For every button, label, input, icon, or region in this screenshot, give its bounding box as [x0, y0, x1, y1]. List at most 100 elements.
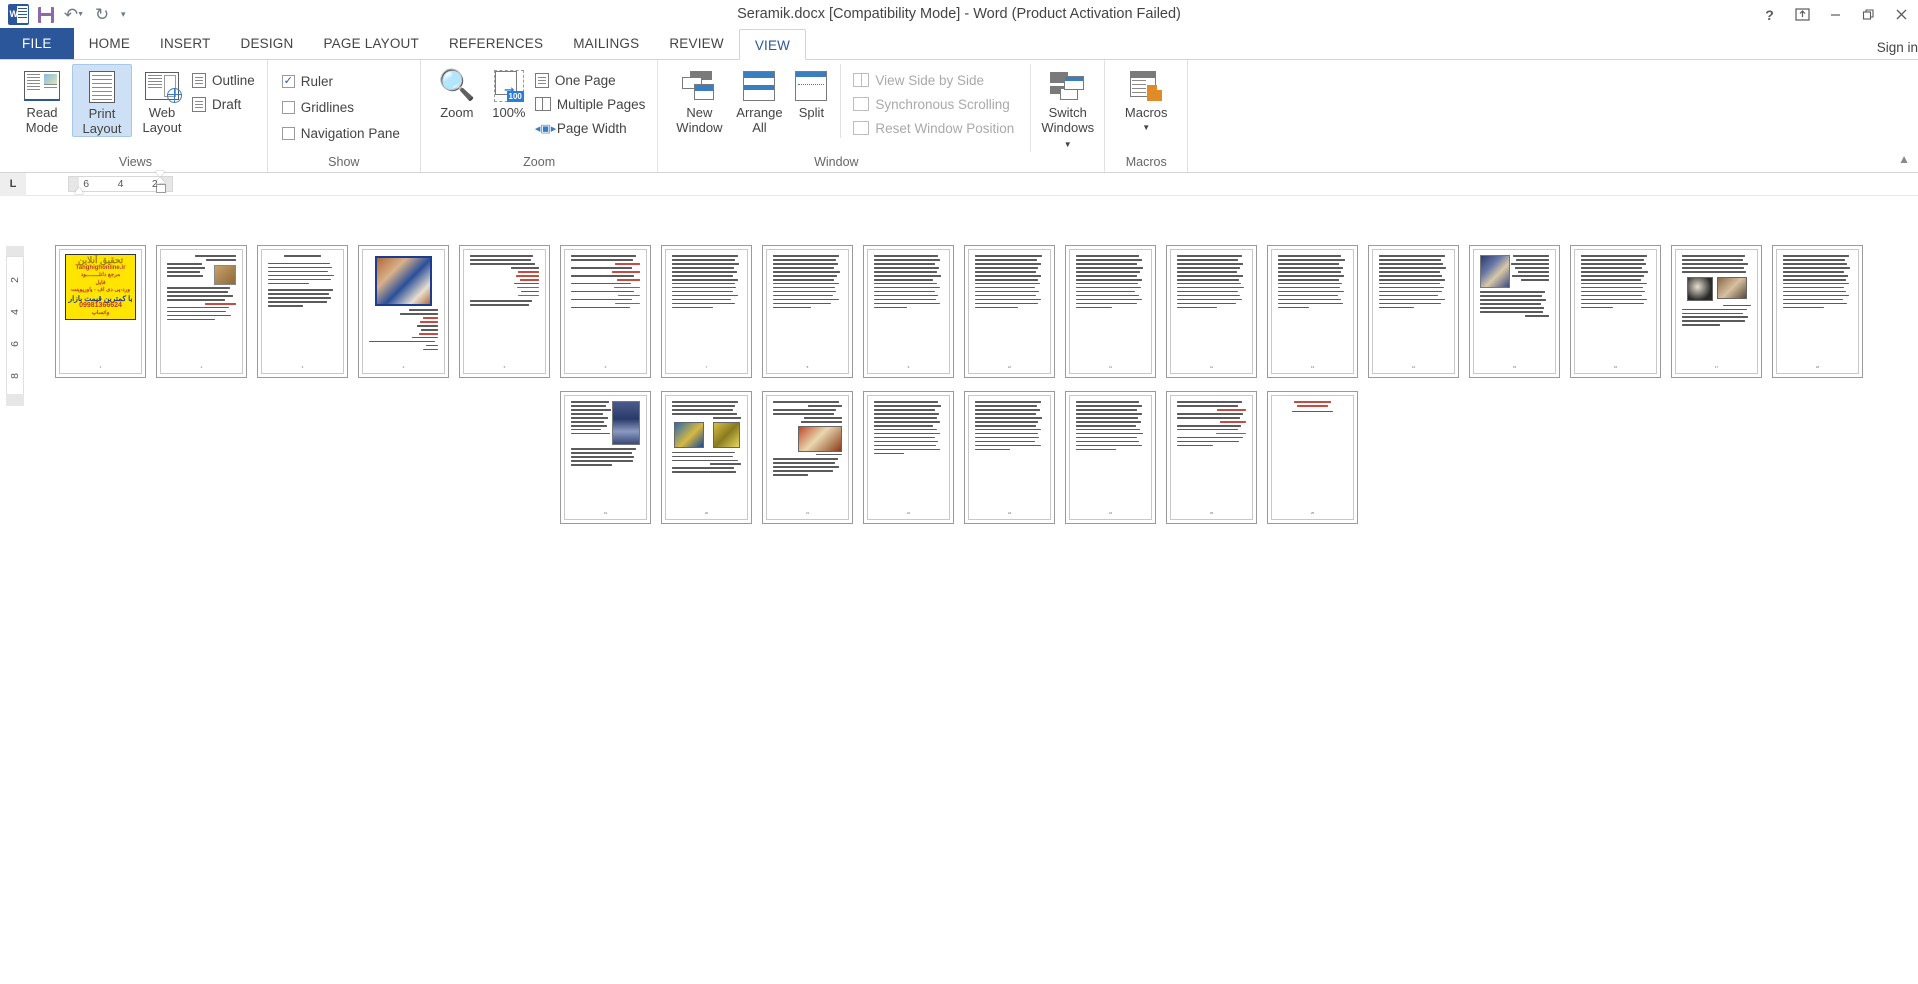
tab-mailings[interactable]: MAILINGS: [558, 28, 654, 59]
page-number: 22: [906, 511, 911, 515]
switch-windows-label-1: Switch: [1048, 105, 1087, 120]
word-app-icon[interactable]: W: [5, 3, 31, 27]
close-icon[interactable]: [1885, 0, 1918, 29]
zoom-button[interactable]: 🔍 Zoom: [431, 64, 483, 121]
sign-in-link[interactable]: Sign in: [1877, 40, 1918, 55]
page-row-2: 19 20 21 22 23 24 25 25: [560, 391, 1358, 524]
read-mode-label-2: Mode: [25, 120, 59, 135]
tab-insert[interactable]: INSERT: [145, 28, 225, 59]
arrange-all-button[interactable]: Arrange All: [730, 64, 788, 135]
zoom-100-button[interactable]: ➞ 100 100%: [483, 64, 535, 120]
minimize-icon[interactable]: [1819, 0, 1852, 29]
zoom-100-icon: ➞ 100: [493, 67, 524, 105]
web-layout-button[interactable]: Web Layout: [132, 64, 192, 135]
advert-line-2: فایل: [95, 279, 106, 286]
zoom-label: Zoom: [440, 105, 474, 120]
one-page-button[interactable]: One Page: [534, 70, 652, 90]
page-thumbnails-area[interactable]: تحقیق آنلاین Tahghighonline.ir مرجع دانل…: [0, 196, 1918, 984]
tab-page-layout[interactable]: PAGE LAYOUT: [308, 28, 433, 59]
page-thumbnail[interactable]: 12: [1166, 245, 1257, 378]
document-workspace[interactable]: 2 4 6 8 تحقیق آنلاین Tahghighonline.ir م…: [0, 196, 1918, 984]
quick-access-toolbar[interactable]: W ↶ ▼ ↻ ▾: [0, 0, 130, 29]
split-icon: [795, 67, 828, 105]
page-thumbnail[interactable]: 13: [1267, 245, 1358, 378]
read-mode-label-1: Read: [26, 105, 58, 120]
draft-button[interactable]: Draft: [192, 94, 261, 114]
navigation-pane-checkbox-row[interactable]: Navigation Pane: [281, 123, 406, 143]
gridlines-checkbox[interactable]: [281, 100, 295, 114]
ribbon-display-options-icon[interactable]: [1786, 0, 1819, 29]
print-layout-icon: [89, 68, 115, 106]
page-thumbnail[interactable]: 17: [1671, 245, 1762, 378]
tab-file[interactable]: FILE: [0, 28, 74, 59]
page-thumbnail[interactable]: 7: [661, 245, 752, 378]
page-thumbnail[interactable]: 3: [257, 245, 348, 378]
outline-button[interactable]: Outline: [192, 70, 261, 90]
tab-home[interactable]: HOME: [74, 28, 145, 59]
page-thumbnail[interactable]: 25: [1267, 391, 1358, 524]
tab-design[interactable]: DESIGN: [226, 28, 309, 59]
undo-icon[interactable]: ↶ ▼: [61, 3, 87, 27]
page-thumbnail[interactable]: 16: [1570, 245, 1661, 378]
page-thumbnail[interactable]: 18: [1772, 245, 1863, 378]
switch-windows-button[interactable]: Switch Windows ▼: [1030, 64, 1098, 152]
web-layout-icon: [145, 67, 182, 105]
split-button[interactable]: Split: [788, 64, 834, 120]
page-thumbnail[interactable]: 11: [1065, 245, 1156, 378]
arrange-all-label-1: Arrange: [736, 105, 783, 120]
page-thumbnail[interactable]: 22: [863, 391, 954, 524]
ruler-checkbox[interactable]: ✓: [281, 74, 295, 88]
collapse-ribbon-icon[interactable]: ▲: [1898, 152, 1910, 166]
save-icon[interactable]: [33, 3, 59, 27]
page-thumbnail[interactable]: 5: [459, 245, 550, 378]
redo-icon[interactable]: ↻: [89, 3, 115, 27]
zoom-icon: 🔍: [438, 69, 476, 102]
page-thumbnail[interactable]: 21: [762, 391, 853, 524]
new-window-label-2: Window: [676, 120, 723, 135]
customize-qat-icon[interactable]: ▾: [117, 9, 130, 20]
print-layout-button[interactable]: Print Layout: [72, 64, 132, 137]
page-number: 2: [200, 365, 203, 369]
view-side-by-side-icon: [853, 73, 870, 87]
page-number: 23: [1007, 511, 1012, 515]
page-thumbnail[interactable]: 23: [964, 391, 1055, 524]
page-thumbnail[interactable]: 2: [156, 245, 247, 378]
page-thumbnail[interactable]: 14: [1368, 245, 1459, 378]
page-thumbnail[interactable]: 10: [964, 245, 1055, 378]
page-thumbnail[interactable]: 6: [560, 245, 651, 378]
reset-window-position-button: Reset Window Position: [853, 118, 1020, 138]
ribbon-group-macros: Macros ▼ Macros: [1105, 60, 1189, 172]
tab-view[interactable]: VIEW: [738, 29, 807, 60]
page-thumbnail[interactable]: 9: [863, 245, 954, 378]
page-thumbnail[interactable]: 19: [560, 391, 651, 524]
page-thumbnail[interactable]: 15: [1469, 245, 1560, 378]
page-thumbnail[interactable]: 8: [762, 245, 853, 378]
multiple-pages-button[interactable]: Multiple Pages: [534, 94, 652, 114]
window-controls[interactable]: ?: [1753, 0, 1918, 29]
gridlines-checkbox-row[interactable]: Gridlines: [281, 97, 406, 117]
tab-review[interactable]: REVIEW: [654, 28, 738, 59]
new-window-icon: [682, 67, 716, 105]
page-number: 10: [1007, 365, 1012, 369]
page-number: 25: [1310, 511, 1315, 515]
ruler-checkbox-row[interactable]: ✓ Ruler: [281, 71, 406, 91]
tab-stop-selector[interactable]: L: [0, 172, 26, 196]
page-width-button[interactable]: ◂▣▸ Page Width: [535, 118, 652, 138]
tab-references[interactable]: REFERENCES: [434, 28, 558, 59]
restore-icon[interactable]: [1852, 0, 1885, 29]
read-mode-button[interactable]: Read Mode: [12, 64, 72, 135]
navigation-pane-checkbox[interactable]: [281, 126, 295, 140]
page-thumbnail[interactable]: 4: [358, 245, 449, 378]
ribbon-group-show: ✓ Ruler Gridlines Navigation Pane Show: [268, 60, 421, 172]
macros-dropdown-caret[interactable]: ▼: [1142, 120, 1150, 135]
multiple-pages-icon: [534, 97, 551, 111]
page-thumbnail[interactable]: تحقیق آنلاین Tahghighonline.ir مرجع دانل…: [55, 245, 146, 378]
new-window-button[interactable]: New Window: [668, 64, 730, 135]
horizontal-ruler[interactable]: 6 4 2: [68, 171, 173, 194]
help-icon[interactable]: ?: [1753, 0, 1786, 29]
ribbon-tab-bar[interactable]: FILE HOME INSERT DESIGN PAGE LAYOUT REFE…: [0, 28, 1918, 60]
page-thumbnail[interactable]: 25: [1166, 391, 1257, 524]
page-thumbnail[interactable]: 24: [1065, 391, 1156, 524]
page-thumbnail[interactable]: 20: [661, 391, 752, 524]
macros-button[interactable]: Macros ▼: [1115, 64, 1177, 135]
